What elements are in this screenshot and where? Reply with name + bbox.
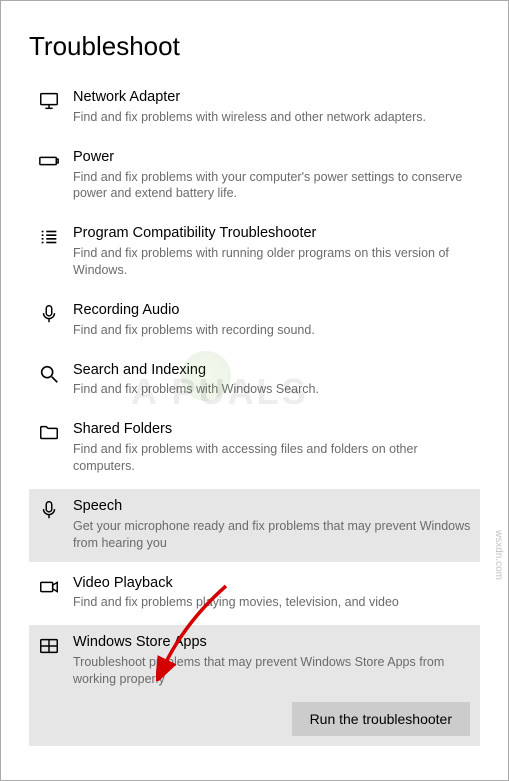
item-title: Program Compatibility Troubleshooter xyxy=(73,224,474,243)
run-troubleshooter-button[interactable]: Run the troubleshooter xyxy=(292,702,470,736)
item-title: Video Playback xyxy=(73,574,474,593)
item-title: Speech xyxy=(73,497,474,516)
list-icon xyxy=(35,224,63,248)
item-desc: Find and fix problems with Windows Searc… xyxy=(73,381,474,398)
item-title: Shared Folders xyxy=(73,420,474,439)
item-desc: Get your microphone ready and fix proble… xyxy=(73,518,474,552)
item-title: Search and Indexing xyxy=(73,361,474,380)
item-desc: Troubleshoot problems that may prevent W… xyxy=(73,654,474,688)
search-icon xyxy=(35,361,63,385)
item-title: Network Adapter xyxy=(73,88,474,107)
video-icon xyxy=(35,574,63,598)
microphone-icon xyxy=(35,301,63,325)
monitor-icon xyxy=(35,88,63,112)
troubleshooter-item-program-compatibility[interactable]: Program Compatibility Troubleshooter Fin… xyxy=(29,216,480,289)
troubleshooter-item-windows-store-apps[interactable]: Windows Store Apps Troubleshoot problems… xyxy=(29,625,480,746)
item-desc: Find and fix problems with your computer… xyxy=(73,169,474,203)
item-desc: Find and fix problems with running older… xyxy=(73,245,474,279)
troubleshooter-item-power[interactable]: Power Find and fix problems with your co… xyxy=(29,140,480,213)
microphone-icon xyxy=(35,497,63,521)
folder-icon xyxy=(35,420,63,444)
troubleshooter-item-search-indexing[interactable]: Search and Indexing Find and fix problem… xyxy=(29,353,480,409)
item-desc: Find and fix problems with accessing fil… xyxy=(73,441,474,475)
item-desc: Find and fix problems with recording sou… xyxy=(73,322,474,339)
troubleshooter-list: Network Adapter Find and fix problems wi… xyxy=(29,80,480,746)
item-title: Windows Store Apps xyxy=(73,633,474,652)
store-icon xyxy=(35,633,63,657)
troubleshooter-item-video-playback[interactable]: Video Playback Find and fix problems pla… xyxy=(29,566,480,622)
item-desc: Find and fix problems with wireless and … xyxy=(73,109,474,126)
battery-icon xyxy=(35,148,63,172)
item-desc: Find and fix problems playing movies, te… xyxy=(73,594,474,611)
page-title: Troubleshoot xyxy=(29,31,480,62)
troubleshooter-item-network-adapter[interactable]: Network Adapter Find and fix problems wi… xyxy=(29,80,480,136)
troubleshooter-item-shared-folders[interactable]: Shared Folders Find and fix problems wit… xyxy=(29,412,480,485)
item-title: Power xyxy=(73,148,474,167)
troubleshooter-item-speech[interactable]: Speech Get your microphone ready and fix… xyxy=(29,489,480,562)
item-title: Recording Audio xyxy=(73,301,474,320)
troubleshooter-item-recording-audio[interactable]: Recording Audio Find and fix problems wi… xyxy=(29,293,480,349)
